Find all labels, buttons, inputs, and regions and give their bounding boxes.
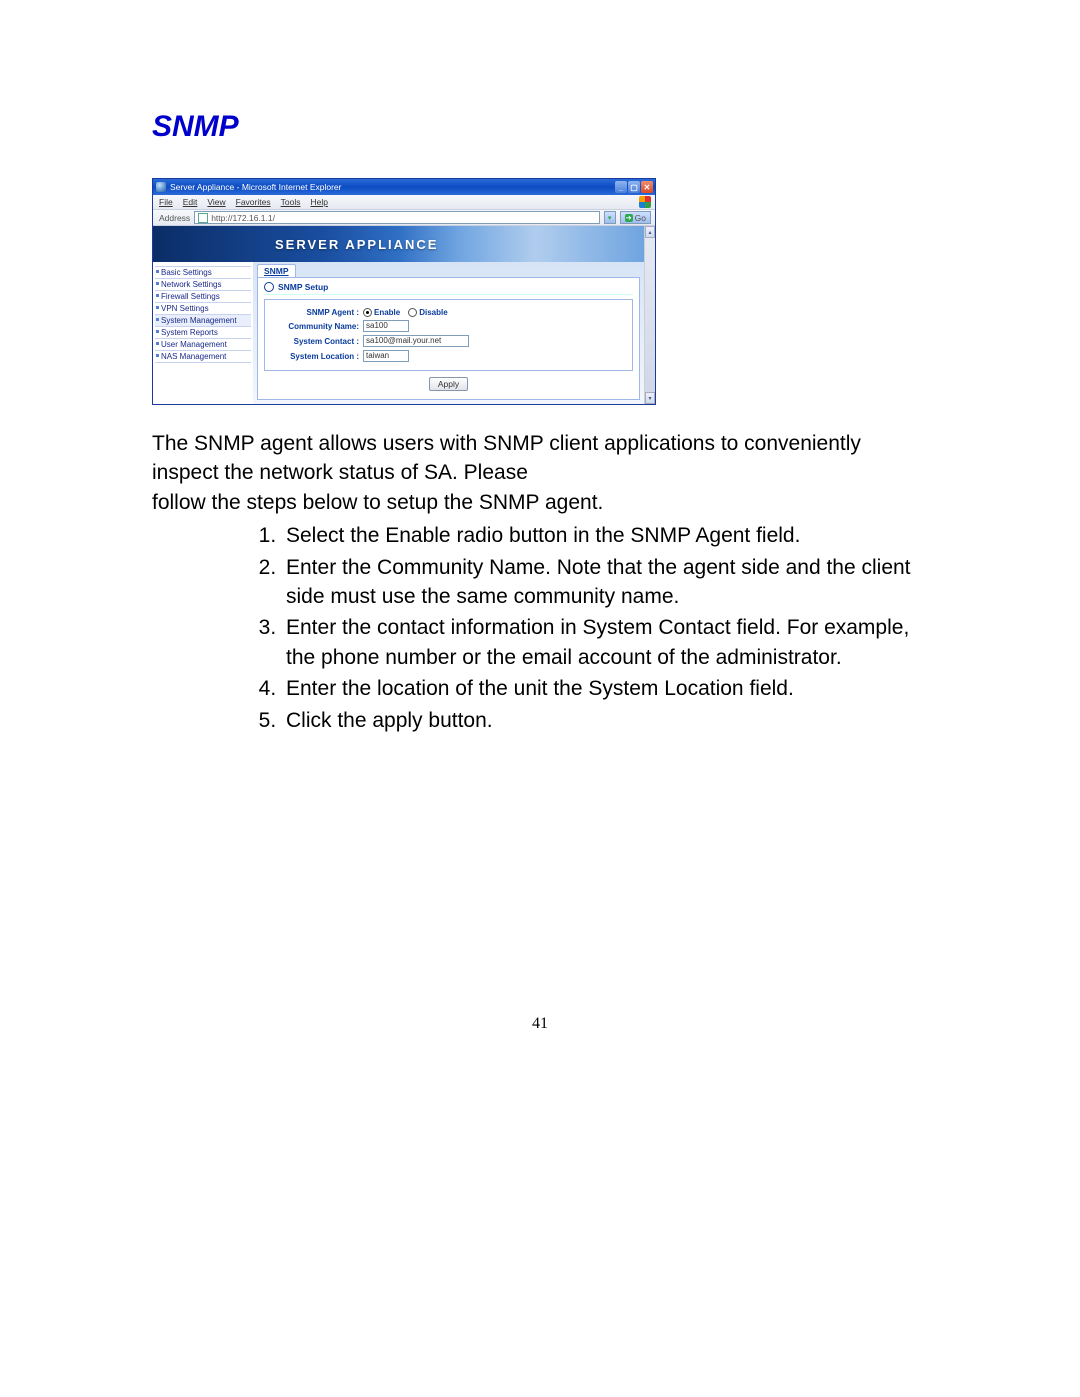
- banner-title: SERVER APPLIANCE: [275, 237, 438, 252]
- panel-title: SNMP Setup: [278, 282, 328, 292]
- radio-disable-label: Disable: [419, 308, 447, 317]
- step-2: Enter the Community Name. Note that the …: [282, 553, 928, 612]
- sidebar-item-system-mgmt[interactable]: System Management: [155, 314, 251, 326]
- content-pane: SNMP SNMP Setup SNMP Agent :: [253, 262, 644, 404]
- ie-window: Server Appliance - Microsoft Internet Ex…: [152, 178, 656, 405]
- address-dropdown[interactable]: ▾: [604, 211, 616, 224]
- contact-input[interactable]: sa100@mail.your.net: [363, 335, 469, 347]
- step-1: Select the Enable radio button in the SN…: [282, 521, 928, 550]
- sidebar-item-vpn[interactable]: VPN Settings: [155, 302, 251, 314]
- steps-list: Select the Enable radio button in the SN…: [152, 521, 928, 735]
- community-input[interactable]: sa100: [363, 320, 409, 332]
- windows-flag-icon: [639, 196, 651, 208]
- radio-disable[interactable]: [408, 308, 417, 317]
- location-input[interactable]: taiwan: [363, 350, 409, 362]
- menu-tools[interactable]: Tools: [281, 197, 301, 207]
- apply-button[interactable]: Apply: [429, 377, 468, 391]
- scroll-up-icon[interactable]: ▴: [645, 226, 655, 238]
- snmp-form: SNMP Agent : Enable Disable Community Na…: [264, 299, 633, 371]
- menu-favorites[interactable]: Favorites: [236, 197, 271, 207]
- document-page: SNMP Server Appliance - Microsoft Intern…: [0, 0, 1080, 1093]
- radio-enable-label: Enable: [374, 308, 400, 317]
- page-number: 41: [152, 1015, 928, 1033]
- tab-snmp[interactable]: SNMP: [257, 264, 296, 277]
- intro-paragraph-2: follow the steps below to setup the SNMP…: [152, 488, 928, 517]
- radio-enable[interactable]: [363, 308, 372, 317]
- sidebar-item-user-mgmt[interactable]: User Management: [155, 338, 251, 350]
- step-5: Click the apply button.: [282, 706, 928, 735]
- address-field[interactable]: http://172.16.1.1/: [194, 211, 599, 224]
- ie-app-icon: [156, 182, 166, 192]
- step-3: Enter the contact information in System …: [282, 613, 928, 672]
- sidebar: Basic Settings Network Settings Firewall…: [153, 262, 253, 404]
- step-4: Enter the location of the unit the Syste…: [282, 674, 928, 703]
- vertical-scrollbar[interactable]: ▴ ▾: [644, 226, 655, 404]
- contact-label: System Contact :: [271, 337, 363, 346]
- page-icon: [198, 213, 208, 223]
- ie-addressbar: Address http://172.16.1.1/ ▾ ➔ Go: [153, 210, 655, 226]
- section-heading: SNMP: [152, 110, 928, 144]
- snmp-agent-label: SNMP Agent :: [271, 308, 363, 317]
- menu-help[interactable]: Help: [310, 197, 327, 207]
- location-label: System Location :: [271, 352, 363, 361]
- go-arrow-icon: ➔: [625, 214, 633, 222]
- sidebar-item-basic[interactable]: Basic Settings: [155, 266, 251, 278]
- go-button[interactable]: ➔ Go: [620, 211, 651, 224]
- window-title: Server Appliance - Microsoft Internet Ex…: [170, 182, 342, 192]
- sidebar-item-nas-mgmt[interactable]: NAS Management: [155, 350, 251, 363]
- sidebar-item-firewall[interactable]: Firewall Settings: [155, 290, 251, 302]
- sidebar-item-network[interactable]: Network Settings: [155, 278, 251, 290]
- minimize-button[interactable]: _: [615, 181, 627, 193]
- menu-view[interactable]: View: [207, 197, 225, 207]
- menu-file[interactable]: File: [159, 197, 173, 207]
- community-label: Community Name:: [271, 322, 363, 331]
- sidebar-item-system-reports[interactable]: System Reports: [155, 326, 251, 338]
- address-label: Address: [159, 213, 190, 223]
- ie-menubar: File Edit View Favorites Tools Help: [153, 195, 655, 210]
- ie-titlebar: Server Appliance - Microsoft Internet Ex…: [153, 179, 655, 195]
- app-banner: SERVER APPLIANCE: [153, 226, 644, 262]
- maximize-button[interactable]: ▢: [628, 181, 640, 193]
- snmp-panel: SNMP Setup SNMP Agent : Enable Disable: [257, 277, 640, 400]
- intro-paragraph-1: The SNMP agent allows users with SNMP cl…: [152, 429, 928, 488]
- address-value: http://172.16.1.1/: [211, 213, 275, 223]
- menu-edit[interactable]: Edit: [183, 197, 198, 207]
- scroll-down-icon[interactable]: ▾: [645, 392, 655, 404]
- go-label: Go: [635, 213, 646, 223]
- gear-icon: [264, 282, 274, 292]
- close-button[interactable]: ✕: [641, 181, 653, 193]
